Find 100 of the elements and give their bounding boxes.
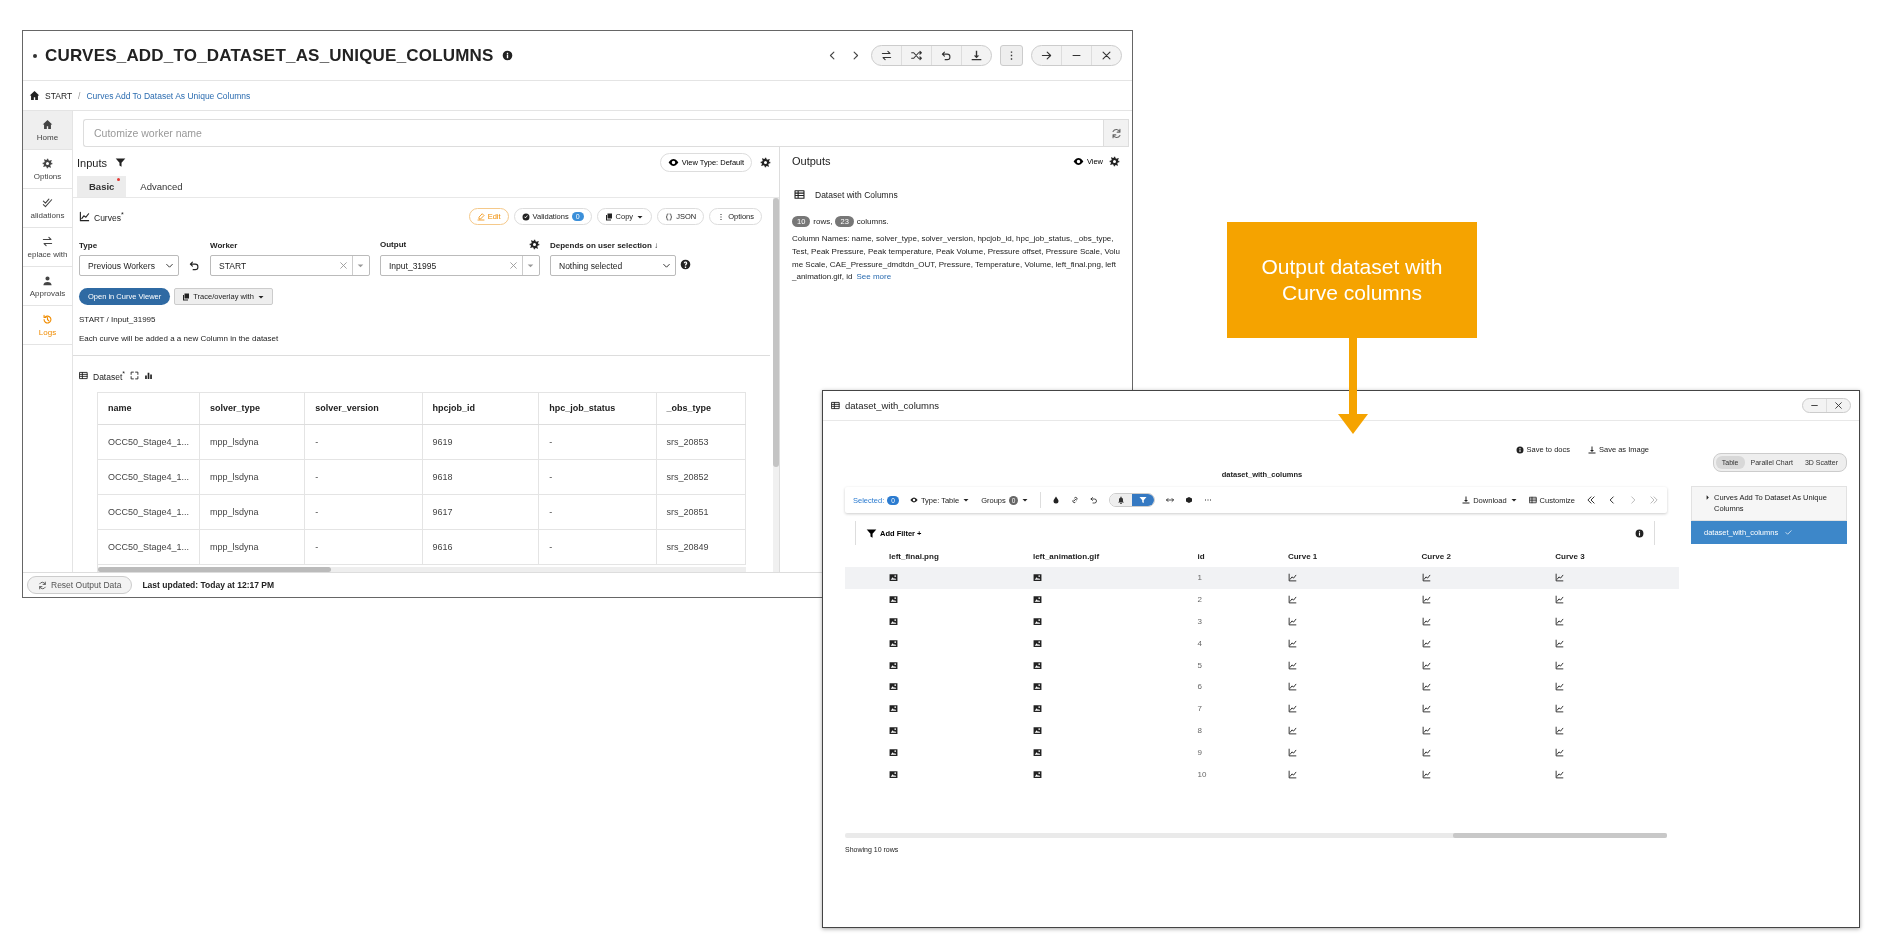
column-header[interactable]: left_final.png	[845, 545, 1023, 567]
line-chart-icon	[1555, 769, 1565, 779]
dataset-label: Dataset$^{*}$	[93, 370, 126, 382]
table-cell: -	[304, 459, 422, 495]
chevron-left-icon	[1607, 495, 1617, 505]
undo-button[interactable]	[1090, 496, 1099, 504]
table-cell: 7	[1197, 704, 1202, 714]
refresh-button[interactable]	[1103, 119, 1129, 147]
caret-icon	[1509, 496, 1518, 504]
table-cell: 9618	[422, 459, 539, 495]
arrow-right-icon	[1041, 50, 1052, 61]
home-icon	[42, 118, 53, 130]
help-icon	[680, 259, 691, 270]
table-cell: -	[538, 459, 657, 495]
field-label: Type	[79, 241, 98, 250]
line-chart-icon	[1555, 725, 1565, 735]
line-chart-icon	[1287, 573, 1297, 583]
image-icon	[1032, 747, 1042, 757]
image-icon	[889, 725, 898, 735]
worker-name-field[interactable]: Cutomize worker name	[83, 119, 1103, 147]
column-header[interactable]: Curve 3	[1545, 545, 1679, 567]
resize-button[interactable]	[1166, 496, 1175, 504]
shuffle-icon	[911, 50, 922, 61]
color-button[interactable]	[1052, 496, 1061, 504]
link-button[interactable]	[1071, 496, 1080, 504]
line-chart-icon	[1421, 725, 1431, 735]
table-cell: -	[304, 529, 422, 565]
image-icon	[889, 769, 898, 779]
info-icon	[1515, 445, 1524, 454]
column-header[interactable]: hpcjob_id	[422, 392, 539, 425]
curves-label: Curves$^{*}$	[94, 210, 124, 223]
description-text: Each curve will be added a a new Column in the dataset	[73, 334, 770, 356]
sidebar-item[interactable]: Home	[23, 111, 72, 150]
column-header[interactable]: Curve 1	[1277, 545, 1412, 567]
swap-arrows-icon	[42, 235, 53, 247]
caret-icon	[1021, 496, 1030, 504]
line-chart-icon	[1421, 682, 1431, 692]
combo-box[interactable]: Input_31995	[380, 255, 540, 276]
image-icon	[1032, 725, 1042, 735]
breadcrumb-link[interactable]: Curves Add To Dataset As Unique Columns	[86, 90, 251, 101]
table-cell: 9617	[422, 494, 539, 530]
reset-output-button[interactable]: Reset Output Data	[27, 576, 133, 594]
line-chart-icon	[1555, 617, 1565, 626]
table-cell: srs_20851	[656, 494, 746, 530]
column-header[interactable]: hpc_job_status	[538, 392, 657, 425]
double-chevron-right-icon	[1649, 495, 1659, 505]
tab[interactable]: Advanced	[128, 176, 195, 197]
download-icon	[971, 50, 982, 61]
table-cell: 1	[1197, 573, 1202, 583]
combo-box[interactable]: START	[210, 255, 370, 276]
vertical-scrollbar[interactable]	[773, 198, 779, 572]
image-icon	[1032, 638, 1042, 648]
line-chart-icon	[1555, 573, 1565, 583]
table-cell: OCC50_Stage4_1...	[98, 529, 200, 565]
output-path: START / Input_31995	[79, 315, 157, 324]
table-cell: -	[304, 494, 422, 530]
horizontal-scrollbar[interactable]	[845, 832, 1667, 838]
line-chart-icon	[1555, 638, 1565, 648]
line-chart-icon	[1555, 704, 1565, 714]
history-icon	[42, 313, 53, 325]
table-cell: 9619	[422, 424, 539, 460]
column-header[interactable]: _obs_type	[656, 392, 746, 425]
column-header[interactable]: left_animation.gif	[1022, 545, 1188, 567]
column-header[interactable]: solver_version	[304, 392, 422, 425]
line-chart-icon	[1287, 660, 1297, 670]
column-header[interactable]: name	[98, 392, 200, 425]
column-header[interactable]: id	[1187, 545, 1278, 567]
cube-button[interactable]	[1185, 496, 1194, 504]
table-cell: mpp_lsdyna	[199, 424, 305, 460]
expand-icon	[130, 371, 140, 381]
line-chart-icon	[1421, 638, 1431, 648]
callout: Output dataset with Curve columns	[1227, 222, 1477, 338]
see-more-link[interactable]: See more	[856, 272, 892, 282]
link-icon	[1071, 496, 1080, 504]
page-button[interactable]	[1586, 495, 1596, 505]
breadcrumb-separator: /	[78, 90, 81, 101]
eye-icon	[1072, 155, 1084, 167]
column-header[interactable]: Curve 2	[1411, 545, 1546, 567]
image-icon	[1032, 660, 1042, 670]
line-chart-icon	[1555, 595, 1565, 605]
table-cell: 3	[1197, 617, 1202, 626]
select-field[interactable]: Previous Workers	[79, 255, 179, 276]
window-title: CURVES_ADD_TO_DATASET_AS_UNIQUE_COLUMNS	[45, 45, 494, 66]
page-button[interactable]	[1607, 495, 1617, 505]
refresh-icon	[38, 580, 47, 590]
column-header[interactable]: solver_type	[199, 392, 305, 425]
filter-toggle[interactable]	[1132, 494, 1155, 506]
undo-icon	[189, 260, 200, 271]
field-label: Depends on user selection ↓	[550, 241, 659, 250]
breadcrumb-home[interactable]: START	[29, 90, 73, 101]
line-chart-icon	[1555, 660, 1565, 670]
bar-chart-icon	[144, 371, 154, 381]
tab[interactable]: Basic	[77, 176, 127, 197]
bullet-icon	[33, 53, 37, 58]
bell-toggle[interactable]	[1110, 494, 1133, 506]
horizontal-scrollbar[interactable]	[98, 567, 746, 572]
line-chart-icon	[1421, 573, 1431, 583]
select-field[interactable]: Nothing selected	[550, 255, 676, 276]
image-icon	[889, 660, 898, 670]
image-icon	[1032, 573, 1042, 583]
